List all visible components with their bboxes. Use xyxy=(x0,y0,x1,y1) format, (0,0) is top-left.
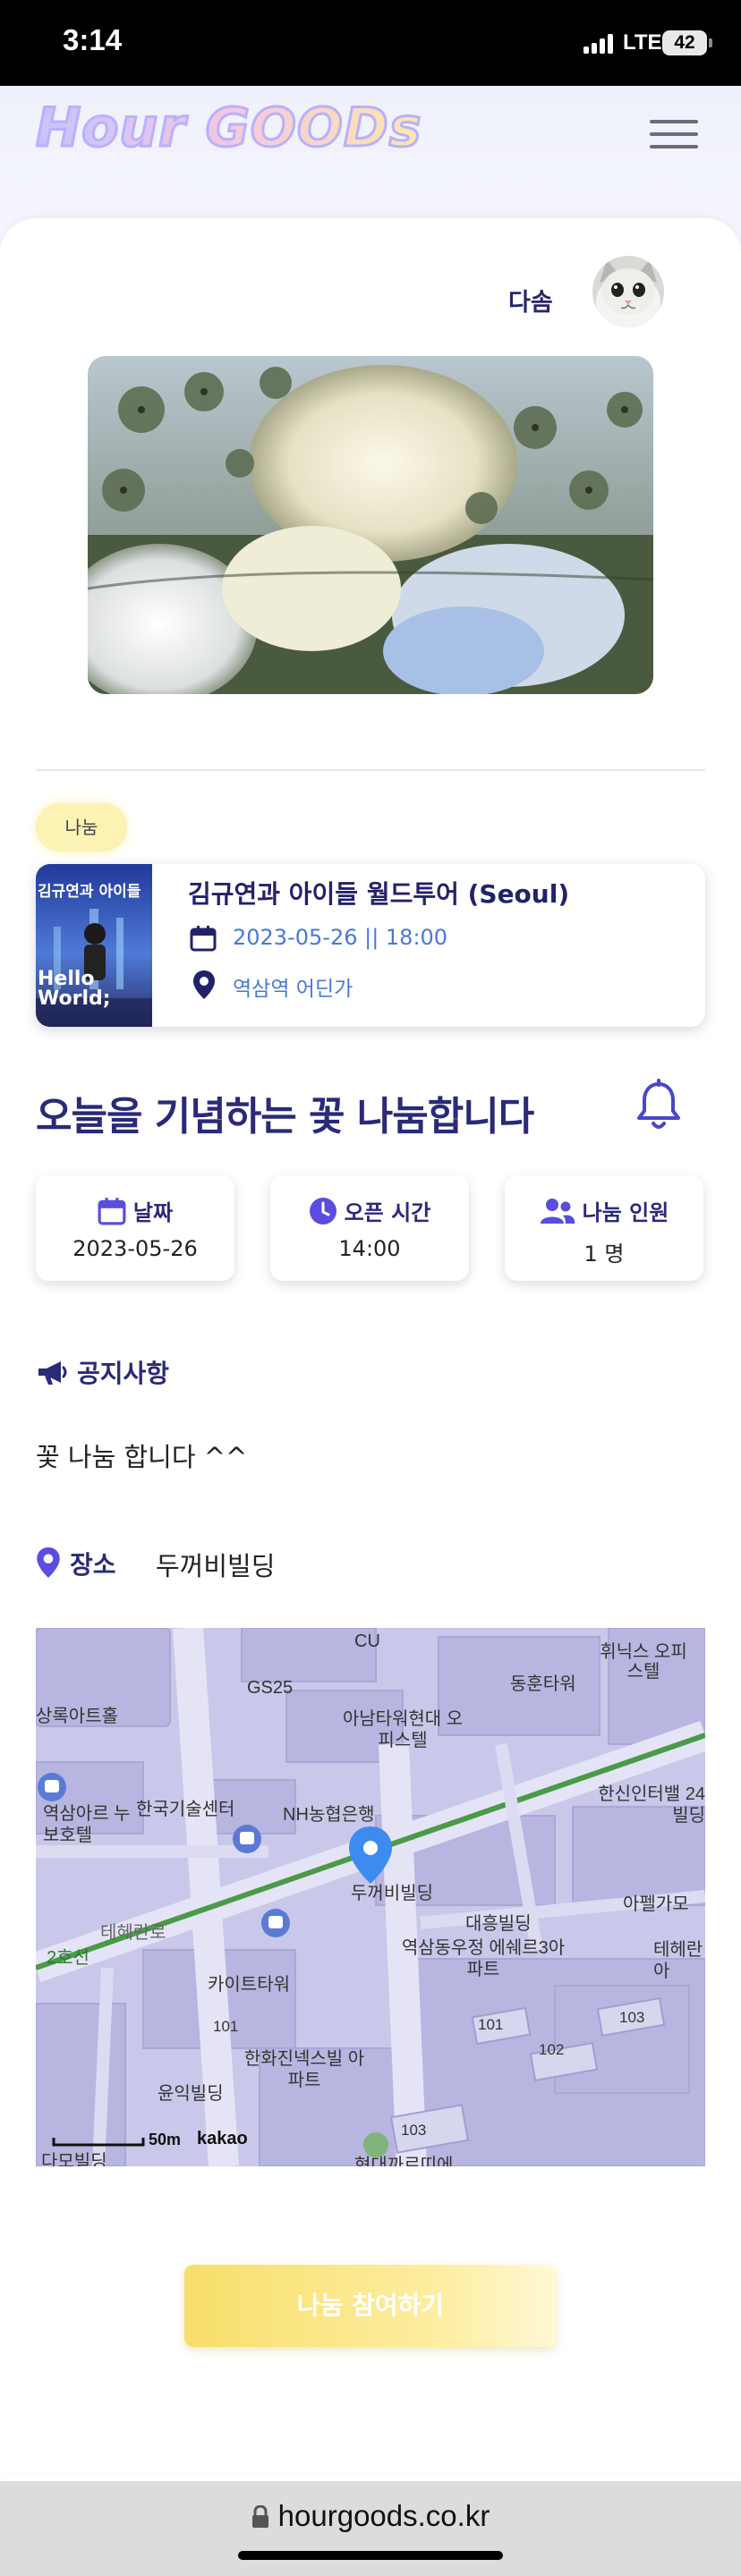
info-time-label-text: 오픈 시간 xyxy=(344,1200,431,1225)
lock-icon xyxy=(251,2504,268,2528)
map-label: 윤익빌딩 xyxy=(158,2084,224,2104)
post-hero-image xyxy=(88,356,653,694)
map-label: 역삼아르 누보호텔 xyxy=(43,1804,131,1845)
calendar-icon xyxy=(98,1198,126,1225)
map-label: 한신인터밸 24빌딩 xyxy=(598,1784,705,1826)
notice-body: 꽃 나눔 합니다 ^^ xyxy=(36,1442,248,1472)
map-label: CU xyxy=(354,1631,380,1651)
home-indicator xyxy=(238,2551,503,2560)
place-heading: 장소 xyxy=(36,1546,116,1581)
calendar-icon xyxy=(190,926,217,952)
network-type: LTE xyxy=(623,30,662,55)
notice-heading: 공지사항 xyxy=(36,1354,169,1390)
map-label: NH농협은행 xyxy=(283,1805,375,1825)
map-label: 아펠가모 xyxy=(623,1894,689,1914)
status-bar: 3:14 LTE 42 xyxy=(0,0,741,86)
map[interactable]: CU 휘닉스 오피스텔 GS25 동훈타워 상록아트홀 아남타워현대 오피스텔 … xyxy=(36,1628,705,2166)
signal-icon xyxy=(583,34,616,54)
map-label: 101 xyxy=(478,2016,504,2033)
notice-heading-text: 공지사항 xyxy=(77,1359,170,1388)
map-label: 103 xyxy=(401,2122,427,2139)
author-name[interactable]: 다솜 xyxy=(508,283,553,318)
map-label: 한국기술센터 xyxy=(136,1800,235,1819)
map-label: 아남타워현대 오피스텔 xyxy=(342,1709,464,1750)
map-label: 두꺼비빌딩 xyxy=(351,1884,433,1903)
divider xyxy=(36,769,705,771)
battery-icon: 42 xyxy=(662,30,712,55)
map-label: 한화진넥스빌 아파트 xyxy=(243,2049,365,2090)
avatar[interactable] xyxy=(592,256,664,327)
url-text: hourgoods.co.kr xyxy=(277,2499,490,2532)
url-display[interactable]: hourgoods.co.kr xyxy=(0,2499,741,2533)
map-label: 103 xyxy=(619,2009,645,2026)
bell-icon[interactable] xyxy=(634,1079,684,1132)
map-label: 역삼동우정 에쉐르3아파트 xyxy=(401,1938,566,1979)
category-badge: 나눔 xyxy=(36,803,127,852)
join-share-button[interactable]: 나눔 참여하기 xyxy=(184,2265,557,2347)
map-label: 테헤란로 xyxy=(100,1923,166,1943)
info-time-label: 오픈 시간 xyxy=(270,1195,469,1226)
map-label: 2호선 xyxy=(47,1948,89,1968)
map-label: 테헤란 아 xyxy=(653,1940,703,1981)
event-thumbnail-title: 김규연과 아이들 xyxy=(38,883,141,901)
event-thumbnail: 김규연과 아이들 Hello World; xyxy=(36,864,152,1027)
place-value: 두꺼비빌딩 xyxy=(156,1551,276,1581)
info-people: 나눔 인원 1 명 xyxy=(505,1175,703,1281)
event-card[interactable]: 김규연과 아이들 Hello World; 김규연과 아이들 월드투어 (Seo… xyxy=(36,864,705,1027)
clock-icon xyxy=(309,1198,336,1224)
info-open-time: 오픈 시간 14:00 xyxy=(270,1175,469,1281)
event-datetime: 2023-05-26 || 18:00 xyxy=(233,925,448,950)
info-date-label: 날짜 xyxy=(36,1195,234,1226)
map-label: GS25 xyxy=(247,1678,294,1698)
map-label: 동훈타워 xyxy=(510,1674,576,1694)
megaphone-icon xyxy=(38,1361,67,1385)
map-label: 휘닉스 오피스텔 xyxy=(600,1642,687,1682)
logo[interactable]: Hour GOODs xyxy=(34,96,422,161)
event-location: 역삼역 어딘가 xyxy=(233,978,353,1001)
status-time: 3:14 xyxy=(63,23,123,56)
location-pin-icon xyxy=(37,1547,60,1578)
info-time-value: 14:00 xyxy=(338,1236,401,1261)
place-heading-text: 장소 xyxy=(70,1550,116,1580)
hamburger-menu-icon[interactable] xyxy=(650,116,698,152)
map-label: 102 xyxy=(539,2041,565,2058)
post-title: 오늘을 기념하는 꽃 나눔합니다 xyxy=(36,1094,534,1140)
map-label: 101 xyxy=(213,2018,239,2035)
kakao-map-logo: kakao xyxy=(197,2129,248,2148)
map-label: 다모빌딩 xyxy=(41,2152,107,2166)
info-date-value: 2023-05-26 xyxy=(72,1236,198,1261)
users-icon xyxy=(540,1199,575,1224)
map-label: 카이트타워 xyxy=(208,1975,290,1995)
map-label: 현대까르띠에 xyxy=(354,2156,454,2166)
event-title: 김규연과 아이들 월드투어 (Seoul) xyxy=(188,879,570,909)
map-label: 상록아트홀 xyxy=(36,1707,118,1726)
map-label: 대흥빌딩 xyxy=(465,1914,532,1934)
info-people-label: 나눔 인원 xyxy=(505,1195,703,1226)
location-pin-icon xyxy=(193,970,215,999)
event-thumbnail-caption: Hello World; xyxy=(38,968,111,1010)
map-scale: 50m xyxy=(149,2131,182,2148)
info-date-label-text: 날짜 xyxy=(132,1200,174,1225)
info-people-label-text: 나눔 인원 xyxy=(582,1200,669,1225)
info-people-value: 1 명 xyxy=(583,1241,625,1267)
info-date: 날짜 2023-05-26 xyxy=(36,1175,234,1281)
